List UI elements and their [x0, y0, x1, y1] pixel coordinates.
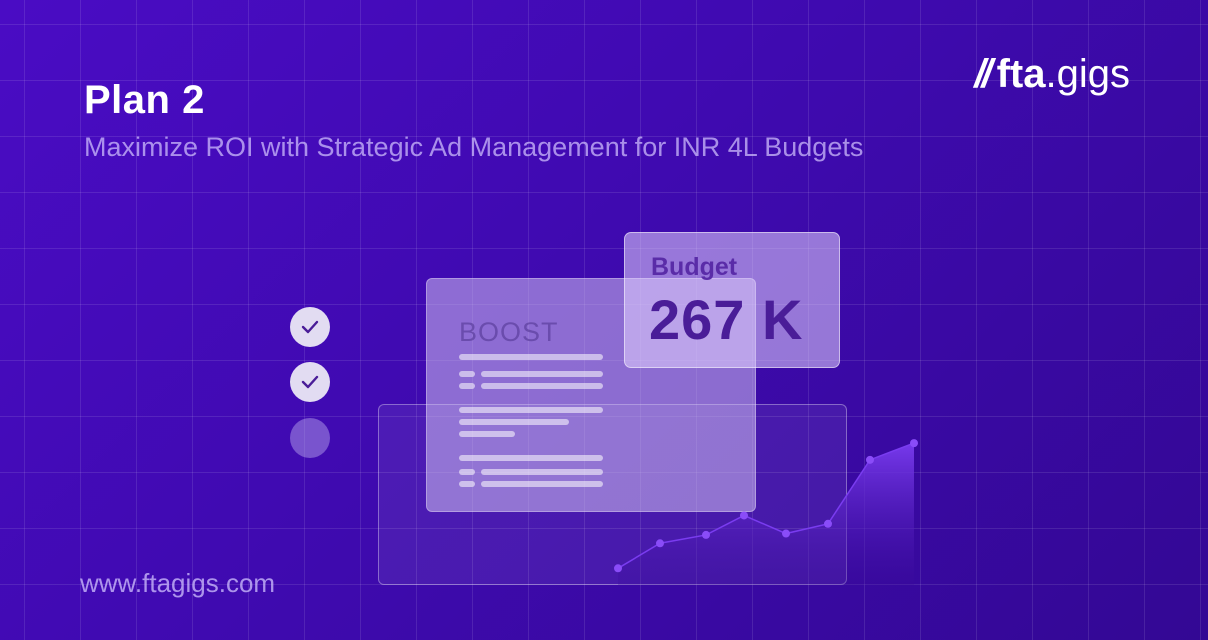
placeholder-line [459, 431, 515, 437]
chart-point [866, 455, 874, 464]
checklist-item-1 [290, 307, 330, 347]
chart-point [824, 519, 832, 528]
chart-point [656, 539, 664, 548]
chart-area [618, 443, 914, 585]
placeholder-line [459, 419, 569, 425]
placeholder-line [481, 469, 603, 475]
placeholder-line [459, 354, 603, 360]
chart-point [782, 529, 790, 538]
chart-point [702, 530, 710, 539]
website-url: www.ftagigs.com [80, 568, 276, 598]
brand-logo: // fta .gigs [974, 52, 1130, 97]
placeholder-line [459, 383, 475, 389]
logo-slash: // [974, 52, 992, 96]
boost-card-title: BOOST [459, 317, 559, 347]
check-icon [301, 320, 319, 334]
placeholder-line [459, 371, 475, 377]
placeholder-line [459, 481, 475, 487]
budget-label: Budget [651, 253, 738, 281]
page-subtitle: Maximize ROI with Strategic Ad Managemen… [84, 132, 864, 162]
placeholder-line [459, 407, 603, 413]
logo-suffix: .gigs [1045, 52, 1131, 96]
placeholder-line [481, 371, 603, 377]
chart-point [740, 511, 748, 520]
placeholder-line [481, 481, 603, 487]
budget-card: Budget 267 K [624, 232, 840, 368]
check-icon [301, 375, 319, 389]
growth-chart [614, 439, 918, 585]
logo-brand: fta [996, 52, 1046, 96]
placeholder-line [481, 383, 603, 389]
chart-point [614, 564, 622, 573]
placeholder-line [459, 469, 475, 475]
checklist-item-2 [290, 362, 330, 402]
checklist-item-3 [290, 418, 330, 458]
chart-point [910, 439, 918, 448]
budget-value: 267 K [649, 288, 804, 351]
placeholder-line [459, 455, 603, 461]
page-title: Plan 2 [84, 78, 205, 122]
